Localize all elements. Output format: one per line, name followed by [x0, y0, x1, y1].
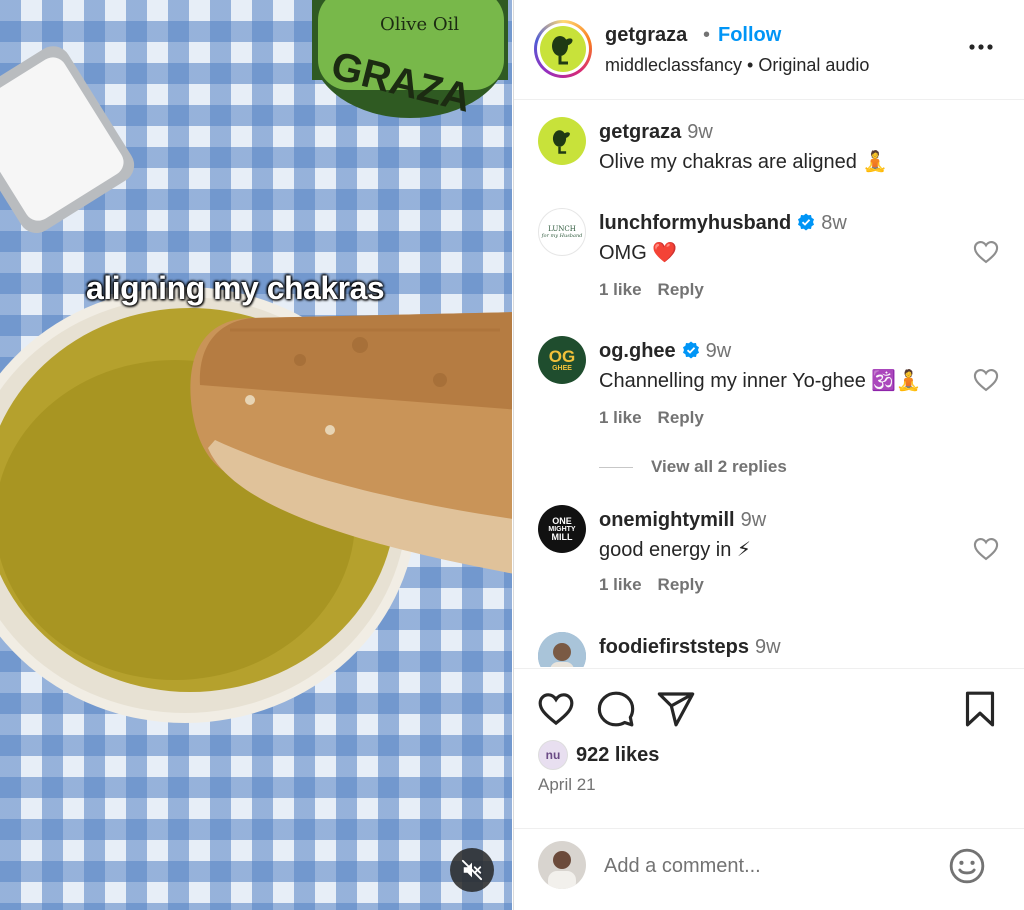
reply-button[interactable]: Reply: [658, 408, 704, 427]
verified-badge-icon: [798, 213, 815, 231]
avatar-text: MILL: [551, 531, 573, 542]
avatar-text: for my Husband: [541, 233, 583, 239]
reply-button[interactable]: Reply: [658, 280, 704, 299]
comment-meta: 1 like Reply: [599, 575, 720, 595]
avatar-text: ONE: [552, 515, 572, 526]
comment-icon[interactable]: [596, 689, 636, 729]
comment-text: Channelling my inner Yo-ghee 🕉️🧘: [599, 370, 922, 392]
comment-meta: 1 like Reply: [599, 408, 720, 428]
post-media[interactable]: Olive Oil GRAZA aligning my chakras: [0, 0, 512, 910]
author-avatar[interactable]: [534, 20, 592, 78]
post-panel: getgraza • Follow middleclassfancy • Ori…: [513, 0, 1024, 910]
olive-oil-bottle: Olive Oil GRAZA: [312, 0, 508, 121]
comment-text: Olive my chakras are aligned 🧘: [599, 151, 888, 173]
graza-logo: [540, 26, 586, 72]
avatar[interactable]: [538, 117, 586, 165]
follow-button[interactable]: Follow: [718, 24, 781, 47]
comment-username[interactable]: og.ghee 9w: [599, 340, 731, 363]
avatar-text: GHEE: [552, 365, 572, 372]
comment-username[interactable]: getgraza 9w: [599, 121, 713, 144]
likes-count[interactable]: 922 likes: [576, 744, 659, 767]
bottle-label-text: Olive Oil: [380, 14, 459, 35]
heart-icon[interactable]: [972, 535, 1000, 563]
avatar[interactable]: OG GHEE: [538, 336, 586, 384]
header-separator: •: [703, 24, 711, 46]
comment-username[interactable]: foodiefirststeps 9w: [599, 636, 781, 659]
post-header: getgraza • Follow middleclassfancy • Ori…: [514, 0, 1024, 100]
comments-list[interactable]: getgraza 9w Olive my chakras are aligned …: [514, 101, 1024, 667]
comment-time[interactable]: 9w: [741, 509, 767, 531]
salt-tin: [0, 46, 135, 233]
liker-avatar: nu: [538, 740, 568, 770]
comment-time[interactable]: 9w: [687, 121, 713, 143]
comment-text: good energy in ⚡: [599, 539, 751, 561]
send-icon[interactable]: [656, 689, 696, 729]
comment-input[interactable]: [604, 851, 934, 881]
comment-text: OMG ❤️: [599, 242, 678, 264]
reply-button[interactable]: Reply: [658, 575, 704, 594]
comment-likes[interactable]: 1 like: [599, 280, 642, 299]
bookmark-icon[interactable]: [960, 689, 1000, 729]
avatar[interactable]: [538, 632, 586, 667]
add-comment-bar: [514, 828, 1024, 910]
video-caption-overlay: aligning my chakras: [86, 270, 385, 306]
avatar-text: OG: [548, 347, 576, 366]
author-username[interactable]: getgraza: [605, 24, 687, 47]
avatar[interactable]: LUNCH for my Husband: [538, 208, 586, 256]
mute-button[interactable]: [450, 848, 494, 892]
avatar: [538, 841, 586, 889]
comment-time[interactable]: 8w: [821, 212, 847, 234]
comment-time[interactable]: 9w: [755, 636, 781, 658]
view-replies-button[interactable]: View all 2 replies: [599, 457, 787, 477]
likes-summary[interactable]: nu 922 likes: [538, 739, 659, 771]
heart-icon[interactable]: [972, 238, 1000, 266]
more-dots-icon[interactable]: [964, 30, 998, 64]
comment-likes[interactable]: 1 like: [599, 575, 642, 594]
avatar-text: LUNCH: [548, 225, 576, 233]
comment-username[interactable]: lunchformyhusband 8w: [599, 212, 847, 235]
post-date[interactable]: April 21: [538, 775, 596, 795]
verified-badge-icon: [682, 341, 699, 359]
comment-meta: 1 like Reply: [599, 280, 720, 300]
muted-speaker-icon: [461, 859, 483, 881]
comment-username[interactable]: onemightymill 9w: [599, 509, 766, 532]
post-actions: nu 922 likes April 21: [514, 668, 1024, 828]
avatar[interactable]: ONE MIGHTY MILL: [538, 505, 586, 553]
comment-time[interactable]: 9w: [706, 340, 732, 362]
comment-likes[interactable]: 1 like: [599, 408, 642, 427]
smiley-icon[interactable]: [948, 847, 986, 885]
heart-icon[interactable]: [972, 366, 1000, 394]
heart-icon[interactable]: [536, 689, 576, 729]
audio-link[interactable]: middleclassfancy • Original audio: [605, 55, 869, 76]
video-frame: Olive Oil GRAZA: [0, 0, 512, 723]
